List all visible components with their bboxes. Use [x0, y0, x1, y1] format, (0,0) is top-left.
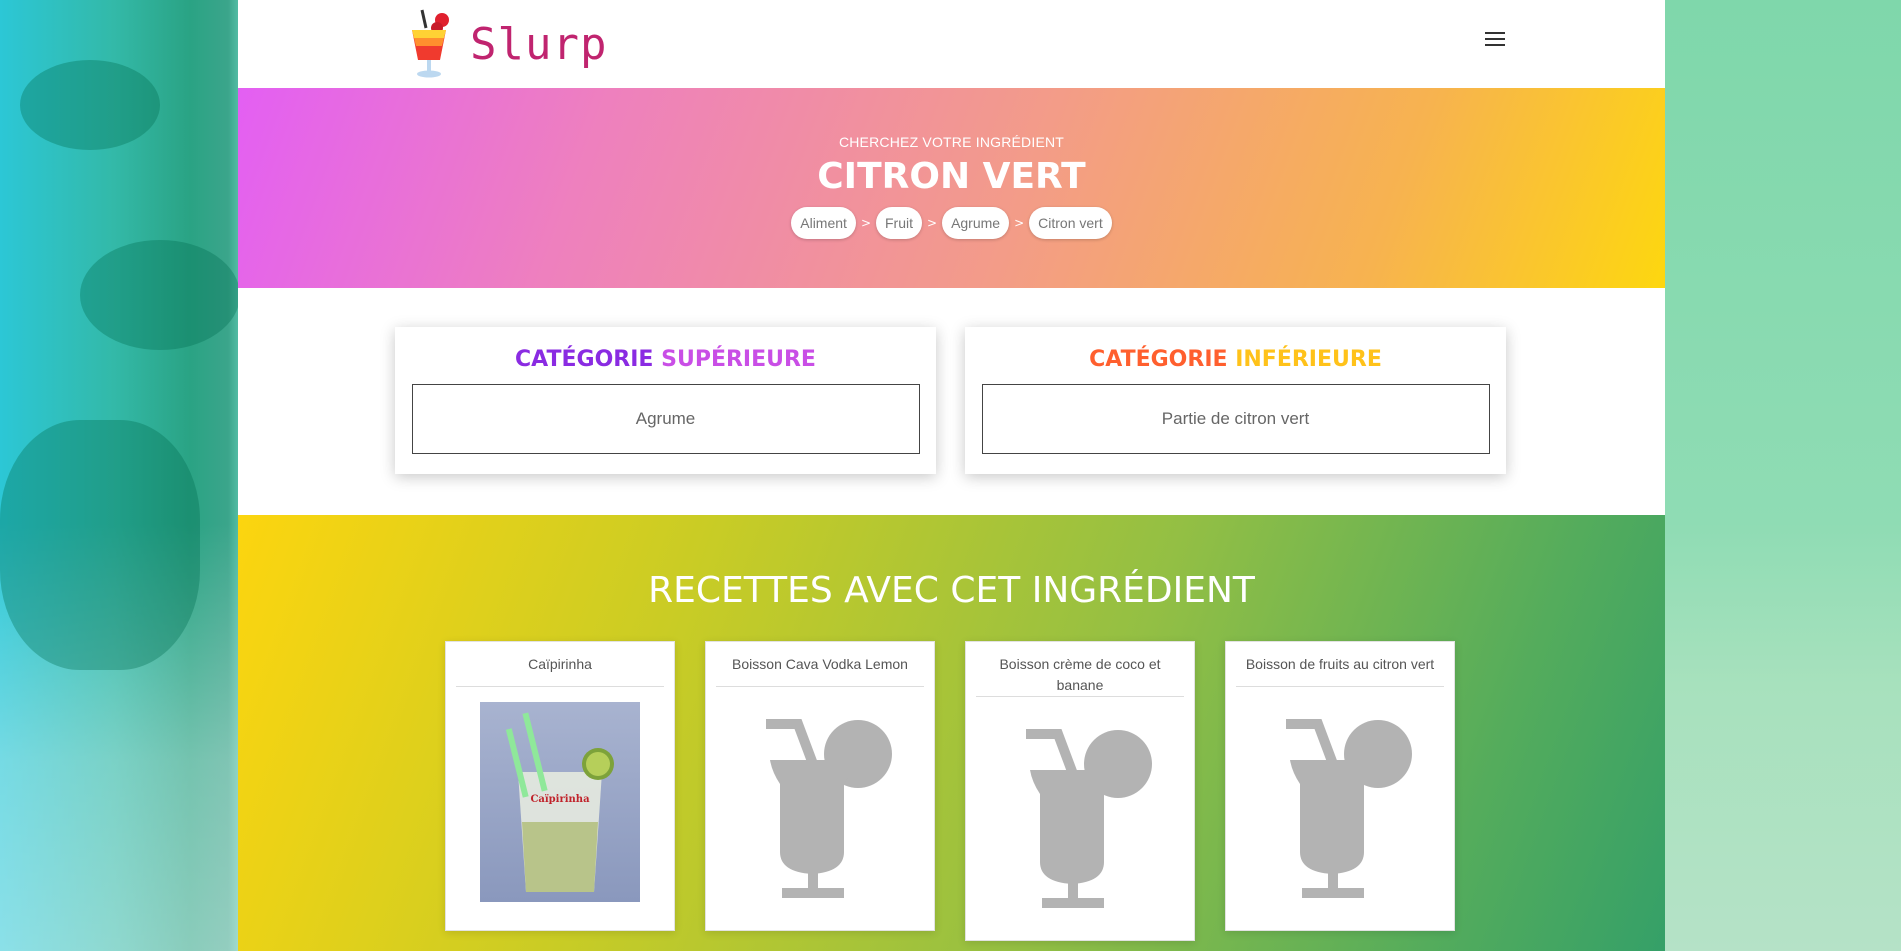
cocktail-placeholder-icon — [1280, 719, 1412, 898]
breadcrumb-item-aliment[interactable]: Aliment — [791, 207, 856, 239]
caipirinha-photo: Caïpirinha — [480, 702, 640, 902]
upper-category-link[interactable]: Agrume — [411, 384, 920, 454]
palm-frond — [80, 240, 240, 350]
foliage — [0, 420, 200, 670]
photo-label: Caïpirinha — [530, 794, 590, 805]
brand-name: Slurp — [470, 18, 608, 70]
breadcrumb-item-fruit[interactable]: Fruit — [876, 207, 922, 239]
logo[interactable]: Slurp — [406, 8, 607, 80]
recipe-name: Boisson Cava Vodka Lemon — [732, 656, 908, 672]
cocktail-placeholder-icon — [760, 719, 892, 898]
background-beach — [1664, 0, 1901, 951]
breadcrumb: Aliment > Fruit > Agrume > Citron vert — [238, 207, 1665, 239]
header: Slurp — [238, 0, 1665, 88]
lower-category-panel: CATÉGORIE INFÉRIEURE Partie de citron ve… — [965, 327, 1506, 474]
cocktail-placeholder-icon — [1020, 729, 1152, 908]
hero-subtitle: CHERCHEZ VOTRE INGRÉDIENT — [838, 134, 1065, 150]
lower-category-title: CATÉGORIE INFÉRIEURE — [965, 347, 1506, 372]
recipe-card[interactable]: Boisson crème de coco et banane — [965, 641, 1195, 941]
upper-category-panel: CATÉGORIE SUPÉRIEURE Agrume — [395, 327, 936, 474]
recipe-name: Boisson de fruits au citron vert — [1245, 656, 1435, 672]
breadcrumb-item-agrume[interactable]: Agrume — [942, 207, 1010, 239]
recipe-card[interactable]: Caïpirinha Caïpirinha — [445, 641, 675, 931]
page-container: Slurp CHERCHEZ VOTRE INGRÉDIENT CITRON V… — [238, 0, 1665, 951]
title-part: INFÉRIEURE — [1235, 347, 1382, 372]
title-part: SUPÉRIEURE — [661, 347, 816, 372]
palm-frond — [20, 60, 160, 150]
breadcrumb-separator: > — [1014, 216, 1025, 230]
breadcrumb-item-citron-vert[interactable]: Citron vert — [1029, 207, 1112, 239]
breadcrumb-separator: > — [927, 216, 938, 230]
lower-category-link[interactable]: Partie de citron vert — [981, 384, 1490, 454]
recipe-card[interactable]: Boisson Cava Vodka Lemon — [705, 641, 935, 931]
recipe-name: Caïpirinha — [528, 656, 592, 672]
upper-category-title: CATÉGORIE SUPÉRIEURE — [395, 347, 936, 372]
cocktail-logo-icon — [412, 9, 449, 78]
hero-banner: CHERCHEZ VOTRE INGRÉDIENT CITRON VERT Al… — [238, 88, 1665, 288]
recipes-title: RECETTES AVEC CET INGRÉDIENT — [648, 570, 1255, 611]
title-part: CATÉGORIE — [1089, 347, 1236, 372]
recipe-card[interactable]: Boisson de fruits au citron vert — [1225, 641, 1455, 931]
page-title: CITRON VERT — [817, 156, 1086, 197]
title-part: CATÉGORIE — [515, 347, 662, 372]
breadcrumb-separator: > — [860, 216, 871, 230]
recipe-name: Boisson crème de coco et banane — [999, 656, 1161, 693]
hamburger-menu-icon[interactable] — [1485, 32, 1505, 48]
recipes-section: RECETTES AVEC CET INGRÉDIENT Caïpirinha — [238, 515, 1665, 951]
